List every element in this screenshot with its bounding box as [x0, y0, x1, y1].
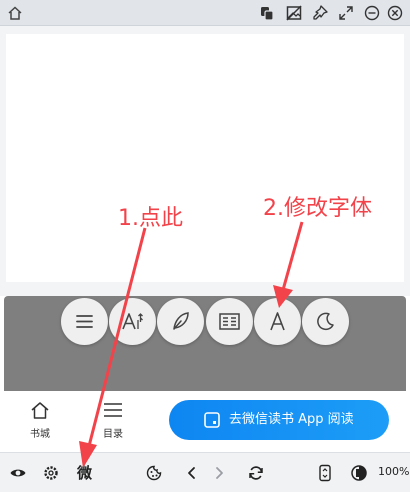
bookstore-button[interactable]: 书城 [15, 398, 65, 442]
toc-button[interactable]: 目录 [88, 398, 138, 442]
font-icon [270, 312, 285, 331]
eye-icon[interactable] [9, 464, 27, 482]
minimize-icon[interactable] [363, 4, 381, 22]
window-copy-icon[interactable] [258, 4, 276, 22]
reading-page [6, 34, 404, 282]
expand-icon[interactable] [337, 4, 355, 22]
wechat-read-extension-icon[interactable]: 微 [77, 462, 92, 483]
home-icon[interactable] [6, 4, 24, 22]
window-titlebar [0, 0, 410, 26]
moon-icon [317, 312, 334, 331]
open-in-app-label: 去微信读书 App 阅读 [229, 412, 354, 427]
feather-icon [173, 312, 189, 330]
font-button[interactable] [254, 298, 301, 345]
zoom-level[interactable]: 100% [378, 465, 409, 478]
browser-bottom-bar [0, 452, 410, 492]
font-size-icon [122, 313, 143, 330]
font-size-button[interactable] [109, 298, 156, 345]
layout-button[interactable] [206, 298, 253, 345]
toc-label: 目录 [103, 429, 123, 440]
gear-icon[interactable] [42, 464, 60, 482]
pin-icon[interactable] [311, 4, 329, 22]
menu-button[interactable] [61, 298, 108, 345]
refresh-icon[interactable] [247, 464, 265, 482]
dark-reader-icon[interactable] [350, 464, 368, 482]
menu-icon [76, 315, 93, 328]
cookie-icon[interactable] [145, 464, 163, 482]
fit-page-icon[interactable] [316, 464, 334, 482]
image-off-icon[interactable] [285, 4, 303, 22]
layout-icon [219, 313, 240, 330]
bookstore-label: 书城 [30, 429, 50, 440]
dark-mode-button[interactable] [302, 298, 349, 345]
reading-page-area [0, 26, 410, 296]
annotation-step1: 1.点此 [118, 206, 183, 231]
home-icon [31, 402, 49, 419]
back-icon[interactable] [183, 464, 201, 482]
forward-icon[interactable] [210, 464, 228, 482]
open-in-app-button[interactable]: 去微信读书 App 阅读 [169, 400, 389, 440]
close-icon[interactable] [386, 4, 404, 22]
tablet-icon [204, 412, 220, 428]
list-icon [104, 403, 122, 417]
theme-button[interactable] [157, 298, 204, 345]
annotation-step2: 2.修改字体 [263, 196, 372, 221]
